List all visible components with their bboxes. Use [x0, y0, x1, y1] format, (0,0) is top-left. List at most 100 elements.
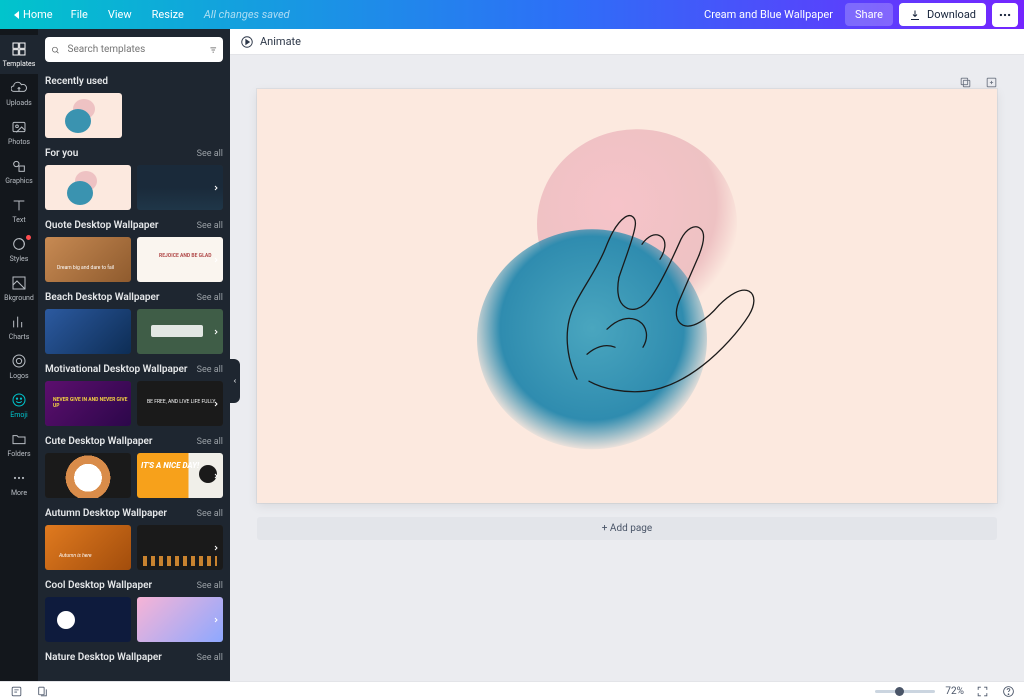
background-icon [11, 275, 27, 291]
section-nature: Nature Desktop WallpaperSee all [45, 652, 223, 663]
rail-label: Bkground [4, 294, 34, 302]
section-beach: Beach Desktop WallpaperSee all [45, 292, 223, 303]
rail-graphics[interactable]: Graphics [0, 152, 38, 191]
animate-button[interactable]: Animate [240, 35, 301, 49]
filter-icon[interactable] [209, 44, 218, 56]
section-autumn: Autumn Desktop WallpaperSee all [45, 508, 223, 519]
section-quote: Quote Desktop WallpaperSee all [45, 220, 223, 231]
template-thumb[interactable]: NEVER GIVE IN AND NEVER GIVE UP [45, 381, 131, 426]
rail-uploads[interactable]: Uploads [0, 74, 38, 113]
section-for-you: For youSee all [45, 148, 223, 159]
page-actions [958, 75, 998, 89]
duplicate-page-button[interactable] [958, 75, 972, 89]
add-page-icon-button[interactable] [984, 75, 998, 89]
charts-icon [11, 314, 27, 330]
rail-styles[interactable]: Styles [0, 230, 38, 269]
home-button[interactable]: Home [6, 6, 61, 23]
scroll-right-button[interactable] [207, 171, 225, 205]
see-all-link[interactable]: See all [197, 653, 223, 663]
section-cute: Cute Desktop WallpaperSee all [45, 436, 223, 447]
see-all-link[interactable]: See all [197, 293, 223, 303]
rail-more[interactable]: More [0, 464, 38, 503]
share-button[interactable]: Share [845, 3, 893, 26]
section-recent: Recently used [45, 76, 223, 87]
template-thumb[interactable] [45, 93, 122, 138]
rail-text[interactable]: Text [0, 191, 38, 230]
search-field[interactable] [45, 37, 223, 62]
search-input[interactable] [66, 43, 203, 56]
see-all-link[interactable]: See all [197, 509, 223, 519]
home-label: Home [23, 8, 53, 21]
rail-label: Text [12, 216, 25, 224]
scroll-right-button[interactable] [207, 459, 225, 493]
fullscreen-button[interactable] [974, 683, 990, 699]
scroll-right-button[interactable] [207, 603, 225, 637]
text-icon [11, 197, 27, 213]
download-button[interactable]: Download [899, 3, 986, 26]
scroll-right-button[interactable] [207, 387, 225, 421]
see-all-link[interactable]: See all [197, 365, 223, 375]
menu-file[interactable]: File [61, 4, 98, 25]
template-thumb[interactable]: Autumn is here [45, 525, 131, 570]
rail-label: Charts [9, 333, 30, 341]
download-label: Download [927, 8, 976, 21]
notes-button[interactable] [8, 683, 24, 699]
template-thumb[interactable] [45, 309, 131, 354]
rail-background[interactable]: Bkground [0, 269, 38, 308]
chevron-left-icon [14, 11, 19, 19]
see-all-link[interactable]: See all [197, 581, 223, 591]
uploads-icon [11, 80, 27, 96]
artwork-group[interactable] [467, 119, 787, 459]
rail-emoji[interactable]: Emoji [0, 386, 38, 425]
pages-button[interactable] [34, 683, 50, 699]
rail-folders[interactable]: Folders [0, 425, 38, 464]
templates-scroll[interactable]: Recently used For youSee all Quote Deskt… [38, 70, 230, 681]
rail-label: Logos [9, 372, 28, 380]
search-icon [51, 44, 60, 56]
section-motiv: Motivational Desktop WallpaperSee all [45, 364, 223, 375]
help-button[interactable] [1000, 683, 1016, 699]
canvas-area: Animate [230, 29, 1024, 681]
more-button[interactable] [992, 3, 1018, 27]
template-thumb[interactable] [45, 165, 131, 210]
rail-charts[interactable]: Charts [0, 308, 38, 347]
emoji-icon [11, 392, 27, 408]
rail-templates[interactable]: Templates [0, 35, 38, 74]
folders-icon [11, 431, 27, 447]
scroll-right-button[interactable] [207, 315, 225, 349]
top-menu-bar: Home File View Resize All changes saved … [0, 0, 1024, 29]
document-title[interactable]: Cream and Blue Wallpaper [704, 8, 833, 21]
see-all-link[interactable]: See all [197, 221, 223, 231]
see-all-link[interactable]: See all [197, 149, 223, 159]
rail-label: More [11, 489, 27, 497]
animate-icon [240, 35, 254, 49]
graphics-icon [11, 158, 27, 174]
template-thumb[interactable] [45, 453, 131, 498]
zoom-value: 72% [945, 686, 964, 697]
see-all-link[interactable]: See all [197, 437, 223, 447]
rail-label: Photos [8, 138, 30, 146]
menu-resize[interactable]: Resize [142, 4, 194, 25]
zoom-slider-thumb[interactable] [895, 687, 904, 696]
rail-label: Styles [10, 255, 29, 263]
templates-icon [11, 41, 27, 57]
design-page[interactable] [257, 89, 997, 503]
templates-panel: Recently used For youSee all Quote Deskt… [38, 29, 230, 681]
rail-logos[interactable]: Logos [0, 347, 38, 386]
template-thumb[interactable] [45, 597, 131, 642]
logos-icon [11, 353, 27, 369]
menu-view[interactable]: View [98, 4, 142, 25]
hands-lineart-icon [467, 119, 787, 459]
scroll-right-button[interactable] [207, 243, 225, 277]
rail-photos[interactable]: Photos [0, 113, 38, 152]
save-status: All changes saved [204, 8, 290, 21]
section-cool: Cool Desktop WallpaperSee all [45, 580, 223, 591]
zoom-slider[interactable] [875, 690, 935, 693]
rail-label: Uploads [6, 99, 32, 107]
add-page-button[interactable]: + Add page [257, 517, 997, 540]
rail-label: Templates [3, 60, 36, 68]
status-bar: 72% [0, 681, 1024, 700]
stage[interactable]: + Add page [230, 55, 1024, 681]
template-thumb[interactable]: Dream big and dare to fail [45, 237, 131, 282]
scroll-right-button[interactable] [207, 531, 225, 565]
